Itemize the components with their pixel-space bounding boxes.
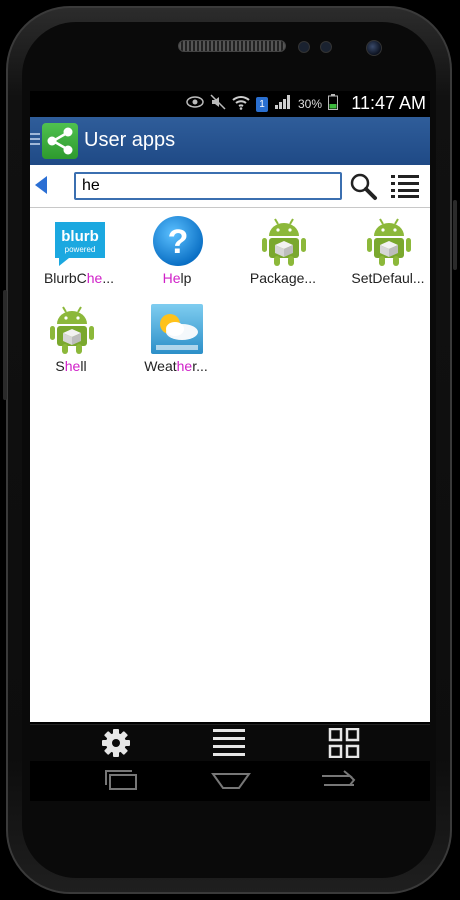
app-label: Weather...	[144, 358, 208, 374]
wifi-icon	[232, 94, 250, 115]
hardware-keys	[30, 761, 430, 801]
bottom-toolbar	[30, 724, 430, 762]
light-sensor	[320, 41, 332, 53]
android-icon	[362, 214, 416, 268]
search-bar	[30, 165, 430, 208]
share-icon[interactable]	[42, 123, 78, 159]
weather-icon	[150, 302, 204, 356]
status-clock: 11:47 AM	[351, 93, 426, 113]
grid-view-icon[interactable]	[328, 727, 360, 759]
blurb-icon: blurb powered	[53, 214, 107, 268]
mute-icon	[210, 93, 226, 115]
menu-lines-icon[interactable]	[213, 728, 245, 758]
home-icon[interactable]	[211, 769, 251, 793]
power-button[interactable]	[453, 200, 457, 270]
app-label: Help	[162, 270, 192, 286]
app-item-weather[interactable]: Weather...	[127, 296, 225, 378]
back-arrow-icon[interactable]	[35, 176, 47, 194]
page-title: User apps	[84, 129, 176, 151]
eye-icon	[186, 95, 204, 113]
screen: 1 30% 11:47 AM User apps he blurb powere…	[30, 91, 430, 801]
app-label: BlurbChe...	[43, 270, 115, 286]
battery-icon	[328, 93, 338, 115]
app-label: Package...	[249, 270, 317, 286]
app-item-shell[interactable]: Shell	[30, 296, 120, 378]
app-label: SetDefaul...	[351, 270, 425, 286]
android-icon	[257, 214, 311, 268]
recent-apps-icon[interactable]	[102, 769, 142, 793]
drawer-indicator-icon[interactable]	[30, 133, 40, 148]
help-icon: ?	[151, 214, 205, 268]
signal-icon	[274, 94, 292, 115]
status-bar: 1 30% 11:47 AM	[30, 91, 430, 117]
svg-text:blurb: blurb	[61, 228, 99, 245]
proximity-sensor	[298, 41, 310, 53]
app-bar: User apps	[30, 117, 430, 165]
app-grid: blurb powered BlurbChe... ? Help Package…	[30, 208, 430, 722]
app-item-help[interactable]: ? Help	[128, 208, 226, 290]
back-icon[interactable]	[318, 769, 358, 793]
app-item-setdefault[interactable]: SetDefaul...	[339, 208, 430, 290]
app-item-blurb[interactable]: blurb powered BlurbChe...	[30, 208, 128, 290]
svg-text:powered: powered	[65, 245, 96, 254]
list-view-icon[interactable]	[390, 173, 420, 199]
android-icon	[45, 302, 99, 356]
svg-text:?: ?	[168, 223, 189, 261]
volume-button[interactable]	[3, 290, 7, 400]
app-item-package[interactable]: Package...	[234, 208, 332, 290]
search-input[interactable]	[74, 172, 342, 200]
battery-percent: 30%	[297, 97, 322, 111]
sim-badge-icon: 1	[255, 96, 268, 112]
earpiece-speaker	[178, 40, 286, 52]
front-camera	[366, 40, 382, 56]
search-icon[interactable]	[348, 171, 378, 201]
app-label: Shell	[55, 358, 87, 374]
gear-icon[interactable]	[100, 728, 132, 758]
